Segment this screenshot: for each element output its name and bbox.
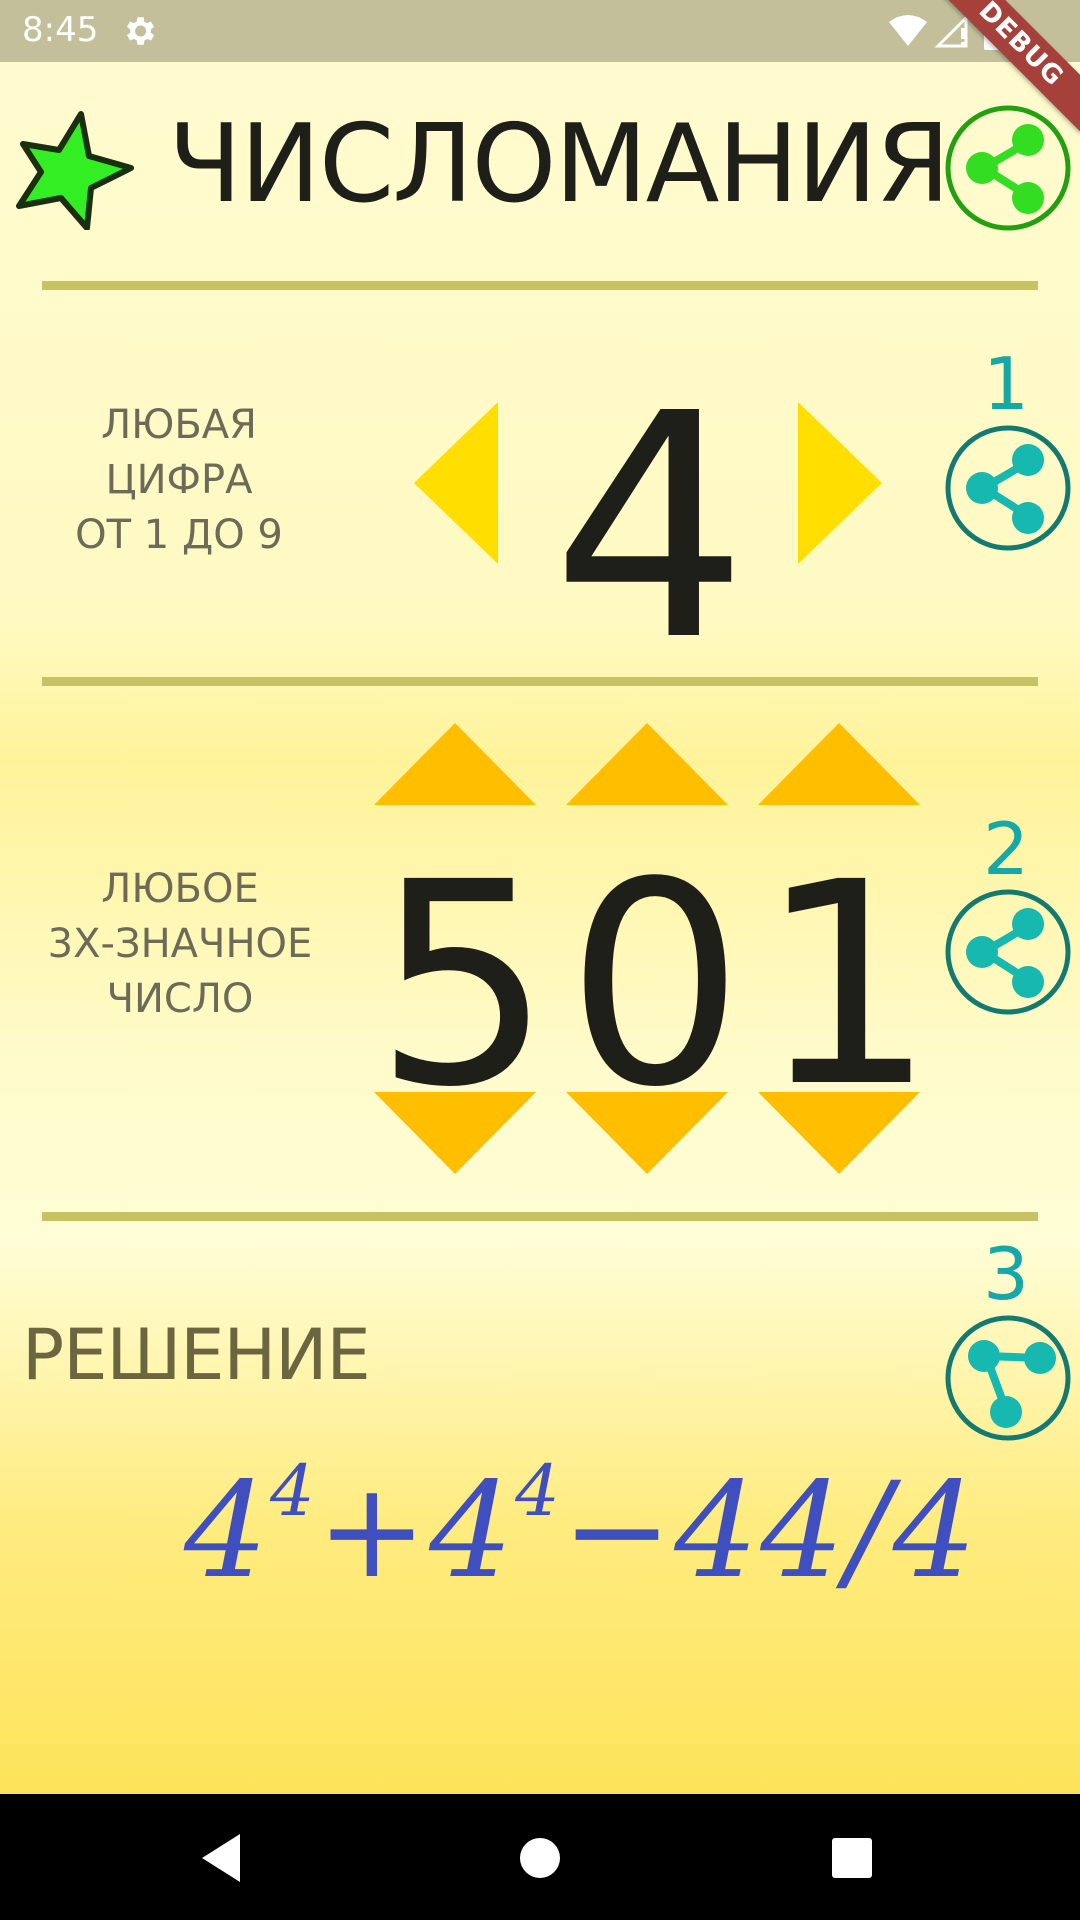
section-number-1: 1 xyxy=(983,342,1029,426)
divider xyxy=(42,281,1038,290)
tens-down-arrow[interactable] xyxy=(566,1092,728,1174)
divider xyxy=(42,677,1038,686)
recents-icon[interactable] xyxy=(822,1828,882,1888)
hundreds-digit: 5 xyxy=(374,823,553,1149)
header: ЧИСЛОМАНИЯ xyxy=(0,62,1080,282)
section-number-3: 3 xyxy=(983,1232,1029,1316)
digit-label: ЛЮБАЯ ЦИФРА ОТ 1 ДО 9 xyxy=(75,402,283,558)
share-step-1-button[interactable] xyxy=(944,424,1072,552)
hundreds-up-arrow[interactable] xyxy=(374,723,536,805)
share-icon xyxy=(966,908,1044,998)
app-title: ЧИСЛОМАНИЯ xyxy=(168,102,951,227)
ones-up-arrow[interactable] xyxy=(758,723,920,805)
number-label: ЛЮБОЕ 3Х-ЗНАЧНОЕ ЧИСЛО xyxy=(47,866,313,1022)
divider xyxy=(42,1212,1038,1221)
tens-digit: 0 xyxy=(566,823,745,1149)
ones-down-arrow[interactable] xyxy=(758,1092,920,1174)
ones-digit: 1 xyxy=(758,823,937,1149)
status-bar: 8:45 xyxy=(0,0,1080,62)
share-step-3-button[interactable] xyxy=(944,1314,1072,1442)
wifi-icon xyxy=(889,15,927,46)
digit-decrease-arrow[interactable] xyxy=(414,402,498,564)
app-screen: ЧИСЛОМАНИЯ ЛЮБАЯ ЦИФРА ОТ 1 ДО 9 4 1 ЛЮБ… xyxy=(0,62,1080,1794)
share-app-button[interactable] xyxy=(944,104,1072,232)
selected-digit: 4 xyxy=(551,348,749,709)
solution-expression: 44+44−44/4 xyxy=(184,1450,979,1608)
signal-icon xyxy=(934,14,968,48)
back-icon[interactable] xyxy=(196,1828,256,1888)
tens-up-arrow[interactable] xyxy=(566,723,728,805)
share-icon xyxy=(966,444,1044,534)
solution-label: РЕШЕНИЕ xyxy=(22,1314,371,1396)
hundreds-down-arrow[interactable] xyxy=(374,1092,536,1174)
status-time: 8:45 xyxy=(22,10,99,50)
section-number-2: 2 xyxy=(983,807,1029,891)
home-icon[interactable] xyxy=(510,1828,570,1888)
share-icon xyxy=(966,124,1044,214)
navigation-bar xyxy=(0,1794,1080,1920)
share-step-2-button[interactable] xyxy=(944,888,1072,1016)
star-icon[interactable] xyxy=(14,110,136,230)
share-icon xyxy=(968,1340,1056,1428)
gear-icon xyxy=(126,17,155,45)
digit-increase-arrow[interactable] xyxy=(798,402,882,564)
